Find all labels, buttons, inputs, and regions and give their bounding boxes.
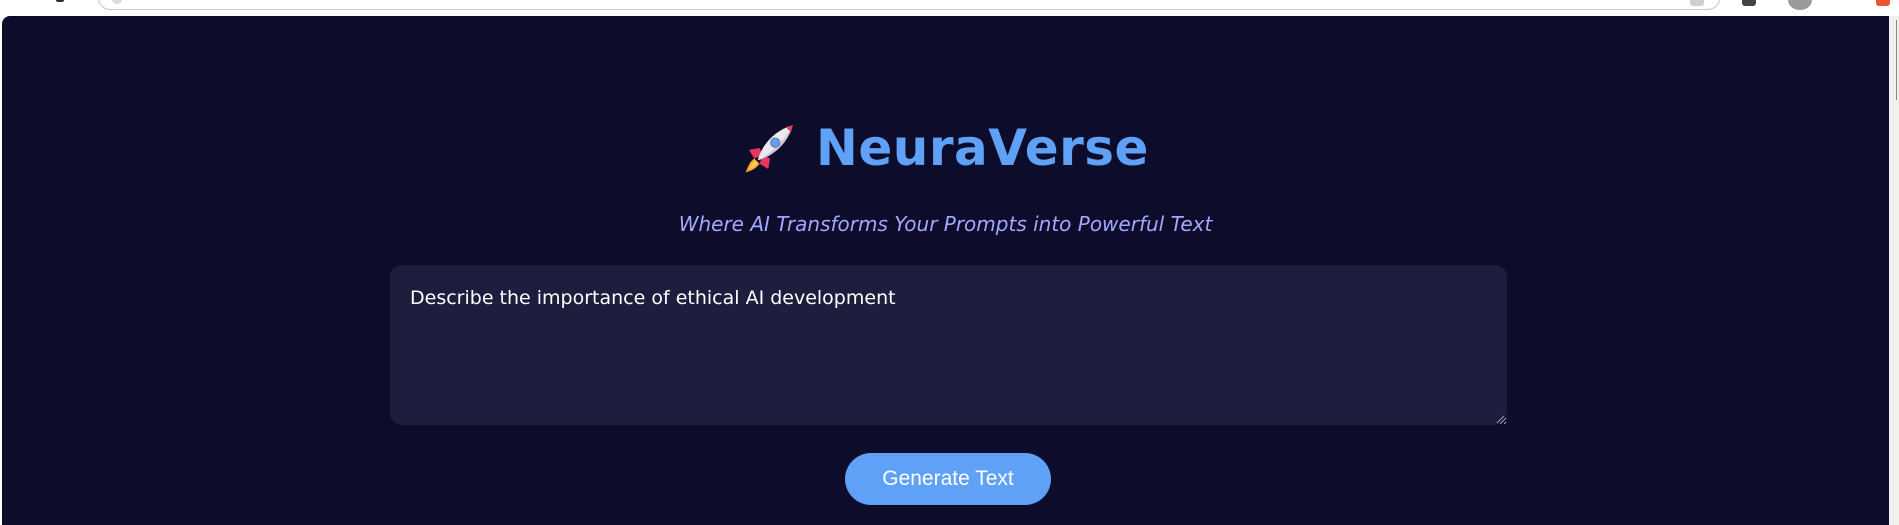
extension-icon-red[interactable] bbox=[1876, 0, 1890, 6]
scrollbar-track[interactable] bbox=[1889, 16, 1899, 525]
prompt-input[interactable]: Describe the importance of ethical AI de… bbox=[390, 265, 1507, 425]
profile-avatar-icon[interactable] bbox=[1788, 0, 1812, 10]
browser-nav-icon[interactable] bbox=[56, 0, 64, 2]
extension-icon[interactable] bbox=[1742, 0, 1756, 6]
app-page: NeuraVerse Where AI Transforms Your Prom… bbox=[2, 16, 1889, 525]
browser-toolbar bbox=[0, 0, 1899, 16]
app-header: NeuraVerse bbox=[2, 120, 1889, 176]
scrollbar-thumb[interactable] bbox=[1896, 20, 1897, 100]
app-tagline: Where AI Transforms Your Prompts into Po… bbox=[678, 212, 1213, 236]
rocket-icon bbox=[745, 125, 793, 173]
resize-handle-icon[interactable] bbox=[1496, 415, 1505, 424]
address-bar[interactable] bbox=[98, 0, 1720, 10]
generate-text-button[interactable]: Generate Text bbox=[845, 453, 1051, 505]
bookmark-icon[interactable] bbox=[1690, 0, 1704, 6]
app-title: NeuraVerse bbox=[816, 119, 1149, 177]
